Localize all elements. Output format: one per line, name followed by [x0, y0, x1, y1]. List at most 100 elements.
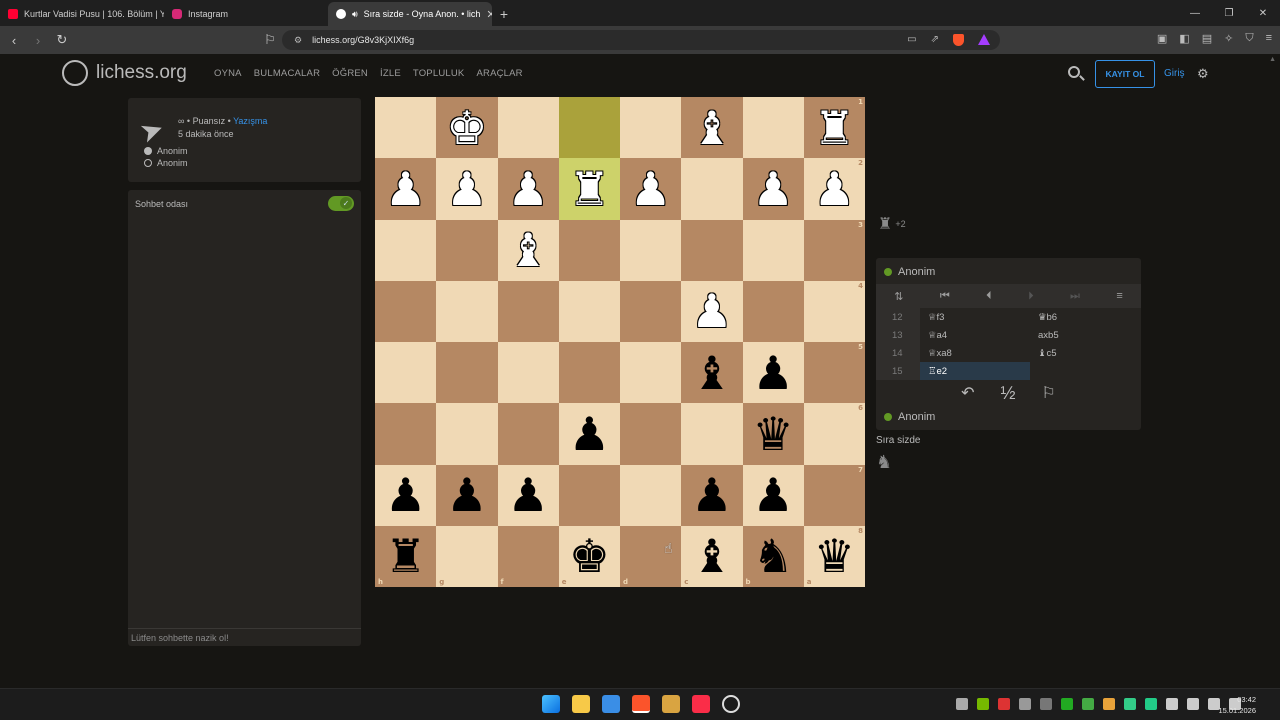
tray-app-icon[interactable]: [1124, 698, 1136, 710]
square-f2[interactable]: ♟: [497, 158, 559, 220]
flip-board-icon[interactable]: ⇅: [894, 290, 903, 303]
square-g5[interactable]: [436, 342, 498, 404]
cast-icon[interactable]: ▭: [907, 34, 916, 46]
square-g4[interactable]: [436, 280, 498, 342]
square-e4[interactable]: [558, 280, 620, 342]
nav-puzzles[interactable]: BULMACALAR: [254, 68, 320, 79]
square-d2[interactable]: ♟: [620, 158, 682, 220]
tab-instagram[interactable]: Instagram: [164, 2, 328, 26]
square-b8[interactable]: ♞ b: [742, 525, 804, 587]
back-icon[interactable]: ‹: [4, 30, 24, 50]
square-e1[interactable]: [558, 97, 620, 159]
music-icon[interactable]: [692, 695, 710, 713]
chatgpt-icon[interactable]: [722, 695, 740, 713]
black-queen-icon[interactable]: ♛: [753, 411, 794, 457]
start-icon[interactable]: [542, 695, 560, 713]
leo-icon[interactable]: ✧: [1224, 32, 1233, 45]
mic-icon[interactable]: [1166, 698, 1178, 710]
next-move-icon[interactable]: ⏵: [1028, 290, 1034, 303]
site-logo[interactable]: lichess.org: [62, 60, 187, 86]
nav-watch[interactable]: İZLE: [380, 68, 401, 79]
minimize-icon[interactable]: —: [1178, 0, 1212, 26]
black-bishop-icon[interactable]: ♝: [691, 350, 732, 396]
square-d7[interactable]: [620, 464, 682, 526]
white-pawn-icon[interactable]: ♟: [446, 166, 487, 212]
tray-app-icon[interactable]: [1145, 698, 1157, 710]
square-b4[interactable]: [742, 280, 804, 342]
search-icon[interactable]: [1068, 66, 1080, 78]
tab-lichess[interactable]: 🔊︎ Sıra sizde - Oyna Anon. • lich ✕: [328, 2, 492, 26]
white-player-name[interactable]: Anonim: [157, 146, 188, 156]
nav-community[interactable]: TOPLULUK: [413, 68, 465, 79]
reload-icon[interactable]: ↻: [52, 30, 72, 50]
address-bar[interactable]: ⚙ lichess.org/G8v3KjXIXf6g ▭ ⇗: [282, 30, 1000, 50]
menu-icon[interactable]: ≡: [1116, 290, 1122, 302]
tray-app-icon[interactable]: [1019, 698, 1031, 710]
square-g1[interactable]: ♚: [436, 97, 498, 159]
signin-link[interactable]: Giriş: [1164, 68, 1185, 79]
square-h5[interactable]: [375, 342, 437, 404]
tray-app-icon[interactable]: [1061, 698, 1073, 710]
current-move[interactable]: ♖e2: [920, 362, 1030, 380]
chess-board[interactable]: ♚ ♝ ♜ 1 ♟ ♟ ♟ ♜ ♟ ♟ ♟ 2 ♝ 3 ♟ 4 ♝ ♟ 5 ♟ ♛ 6 ♟ ♟ ♟ ♟ ♟ 7 ♜ h g f ♚ e d ♝ c ♞ b ♛…: [375, 97, 865, 587]
black-move[interactable]: ♝c5: [1030, 344, 1140, 362]
square-c5[interactable]: ♝: [681, 342, 743, 404]
black-pawn-icon[interactable]: ♟: [569, 411, 610, 457]
square-b7[interactable]: ♟: [742, 464, 804, 526]
square-a6[interactable]: 6: [803, 403, 865, 465]
first-move-icon[interactable]: ⏮: [940, 290, 950, 303]
square-h8[interactable]: ♜ h: [375, 525, 437, 587]
resign-flag-icon[interactable]: ⚐: [1042, 383, 1056, 403]
white-pawn-icon[interactable]: ♟: [814, 166, 855, 212]
black-queen-icon[interactable]: ♛: [814, 533, 855, 579]
square-h7[interactable]: ♟: [375, 464, 437, 526]
white-rook-icon[interactable]: ♜: [569, 166, 610, 212]
reader-icon[interactable]: ▣: [1157, 32, 1167, 45]
square-f5[interactable]: [497, 342, 559, 404]
square-g8[interactable]: g: [436, 525, 498, 587]
white-bishop-icon[interactable]: ♝: [691, 105, 732, 151]
scroll-up-icon[interactable]: ▲: [1269, 56, 1276, 63]
square-g3[interactable]: [436, 219, 498, 281]
square-h2[interactable]: ♟: [375, 158, 437, 220]
tray-app-icon[interactable]: [1103, 698, 1115, 710]
sidebar-icon[interactable]: ◧: [1179, 32, 1189, 45]
prev-move-icon[interactable]: ⏴: [986, 290, 992, 303]
correspondence-link[interactable]: Yazışma: [233, 116, 267, 126]
square-g2[interactable]: ♟: [436, 158, 498, 220]
black-pawn-icon[interactable]: ♟: [385, 472, 426, 518]
square-f4[interactable]: [497, 280, 559, 342]
chat-input[interactable]: Lütfen sohbette nazik ol!: [128, 628, 361, 646]
tab-youtube[interactable]: Kurtlar Vadisi Pusu | 106. Bölüm | Yüks: [0, 2, 164, 26]
square-e7[interactable]: [558, 464, 620, 526]
square-f8[interactable]: f: [497, 525, 559, 587]
file-explorer-icon[interactable]: [572, 695, 590, 713]
square-b2[interactable]: ♟: [742, 158, 804, 220]
square-c4[interactable]: ♟: [681, 280, 743, 342]
signup-button[interactable]: KAYIT OL: [1095, 60, 1155, 88]
site-info-icon[interactable]: ⚙: [294, 35, 302, 46]
nav-tools[interactable]: ARAÇLAR: [476, 68, 522, 79]
square-h1[interactable]: [375, 97, 437, 159]
black-player-name[interactable]: Anonim: [157, 158, 188, 168]
square-e5[interactable]: [558, 342, 620, 404]
square-d5[interactable]: [620, 342, 682, 404]
game-app-icon[interactable]: [662, 695, 680, 713]
square-h4[interactable]: [375, 280, 437, 342]
white-pawn-icon[interactable]: ♟: [753, 166, 794, 212]
square-a8[interactable]: ♛ 8 a: [803, 525, 865, 587]
square-b5[interactable]: ♟: [742, 342, 804, 404]
square-e8[interactable]: ♚ e: [558, 525, 620, 587]
self-name[interactable]: Anonim: [898, 411, 935, 423]
black-pawn-icon[interactable]: ♟: [691, 472, 732, 518]
tray-app-icon[interactable]: [1040, 698, 1052, 710]
square-b3[interactable]: [742, 219, 804, 281]
black-move[interactable]: axb5: [1030, 326, 1140, 344]
maximize-icon[interactable]: ❐: [1212, 0, 1246, 26]
black-rook-icon[interactable]: ♜: [385, 533, 426, 579]
chat-toggle[interactable]: [328, 196, 354, 211]
share-icon[interactable]: ⇗: [931, 34, 939, 46]
white-move[interactable]: ♕xa8: [920, 344, 1030, 362]
takeback-icon[interactable]: ↶: [961, 383, 974, 403]
draw-offer-button[interactable]: ½: [1001, 383, 1016, 404]
